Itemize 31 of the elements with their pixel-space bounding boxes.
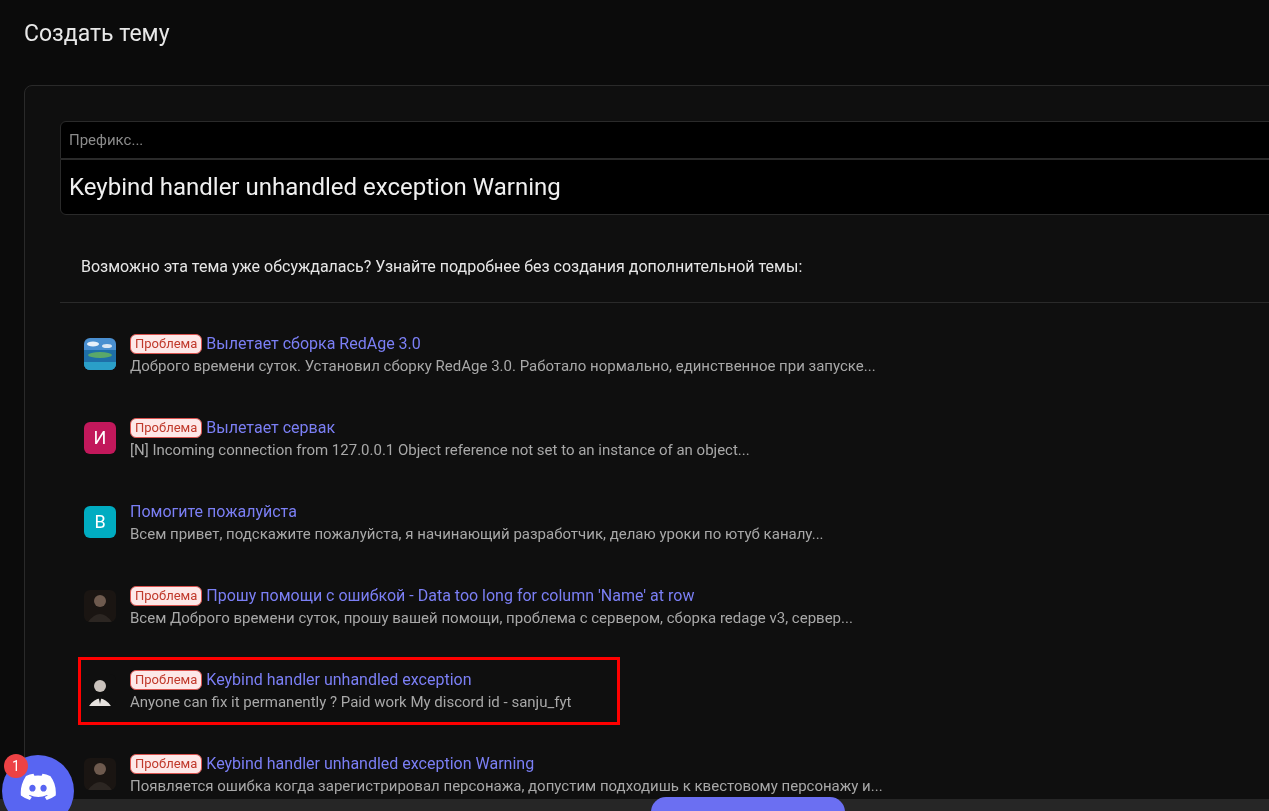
thread-row[interactable]: Проблема Keybind handler unhandled exception Warning Появляется ошибка когда зарегистрировал персонажа, допустим подходишь к квестовому персонажу и... bbox=[78, 754, 892, 796]
notification-badge: 1 bbox=[4, 754, 28, 778]
letter-avatar: В bbox=[84, 506, 116, 538]
thread-row[interactable]: И Проблема Вылетает сервак [N] Incoming connection from 127.0.0.1 Object reference not set to an instance of an object... bbox=[78, 418, 759, 460]
thread-title-link[interactable]: Вылетает сборка RedAge 3.0 bbox=[206, 334, 421, 354]
thread-row[interactable]: В Помогите пожалуйста Всем привет, подскажите пожалуйста, я начинающий разработчик, делаю уроки по ютуб каналу... bbox=[78, 502, 833, 544]
title-field[interactable]: Keybind handler unhandled exception Warning bbox=[60, 159, 1269, 215]
thread-snippet: Появляется ошибка когда зарегистрировал персонажа, допустим подходишь к квестовому персонажу и... bbox=[130, 776, 883, 796]
thread-title-link[interactable]: Вылетает сервак bbox=[206, 418, 336, 438]
page-title: Создать тему bbox=[24, 20, 171, 48]
prefix-label: Проблема bbox=[130, 334, 203, 354]
thread-snippet: Всем Доброго времени суток, прошу вашей помощи, проблема с сервером, сборка redage v3, сервер... bbox=[130, 608, 853, 628]
prefix-field[interactable]: Префикс... bbox=[60, 121, 1269, 159]
thread-snippet: [N] Incoming connection from 127.0.0.1 Object reference not set to an instance of an object... bbox=[130, 440, 750, 460]
suggestions-heading: Возможно эта тема уже обсуждалась? Узнайте подробнее без создания дополнительной темы: bbox=[80, 256, 804, 278]
thread-row[interactable]: Проблема Прошу помощи с ошибкой - Data too long for column 'Name' at row Всем Доброго времени суток, прошу вашей помощи, проблема с сервером, сборка redage v3, сервер... bbox=[78, 586, 862, 628]
gamepad-icon bbox=[20, 773, 56, 800]
thread-row[interactable]: Проблема Вылетает сборка RedAge 3.0 Доброго времени суток. Установил сборку RedAge 3.0. Работало нормально, единственное при запуске... bbox=[78, 334, 885, 376]
thread-snippet: Доброго времени суток. Установил сборку RedAge 3.0. Работало нормально, единственное при запуске... bbox=[130, 356, 876, 376]
thread-snippet: Всем привет, подскажите пожалуйста, я начинающий разработчик, делаю уроки по ютуб каналу... bbox=[130, 524, 824, 544]
prefix-label: Проблема bbox=[130, 586, 203, 606]
thread-title-link[interactable]: Помогите пожалуйста bbox=[130, 502, 297, 522]
prefix-label: Проблема bbox=[130, 754, 203, 774]
prefix-label: Проблема bbox=[130, 670, 203, 690]
thread-row[interactable]: Проблема Keybind handler unhandled exception Anyone can fix it permanently ? Paid work My discord id - sanju_fyt bbox=[78, 657, 620, 725]
thread-title-link[interactable]: Прошу помощи с ошибкой - Data too long for column 'Name' at row bbox=[206, 586, 695, 606]
thread-title-link[interactable]: Keybind handler unhandled exception Warning bbox=[206, 754, 535, 774]
prefix-label: Проблема bbox=[130, 418, 203, 438]
thread-snippet: Anyone can fix it permanently ? Paid work My discord id - sanju_fyt bbox=[130, 692, 572, 712]
letter-avatar: И bbox=[84, 422, 116, 454]
thread-title-link[interactable]: Keybind handler unhandled exception bbox=[206, 670, 472, 690]
